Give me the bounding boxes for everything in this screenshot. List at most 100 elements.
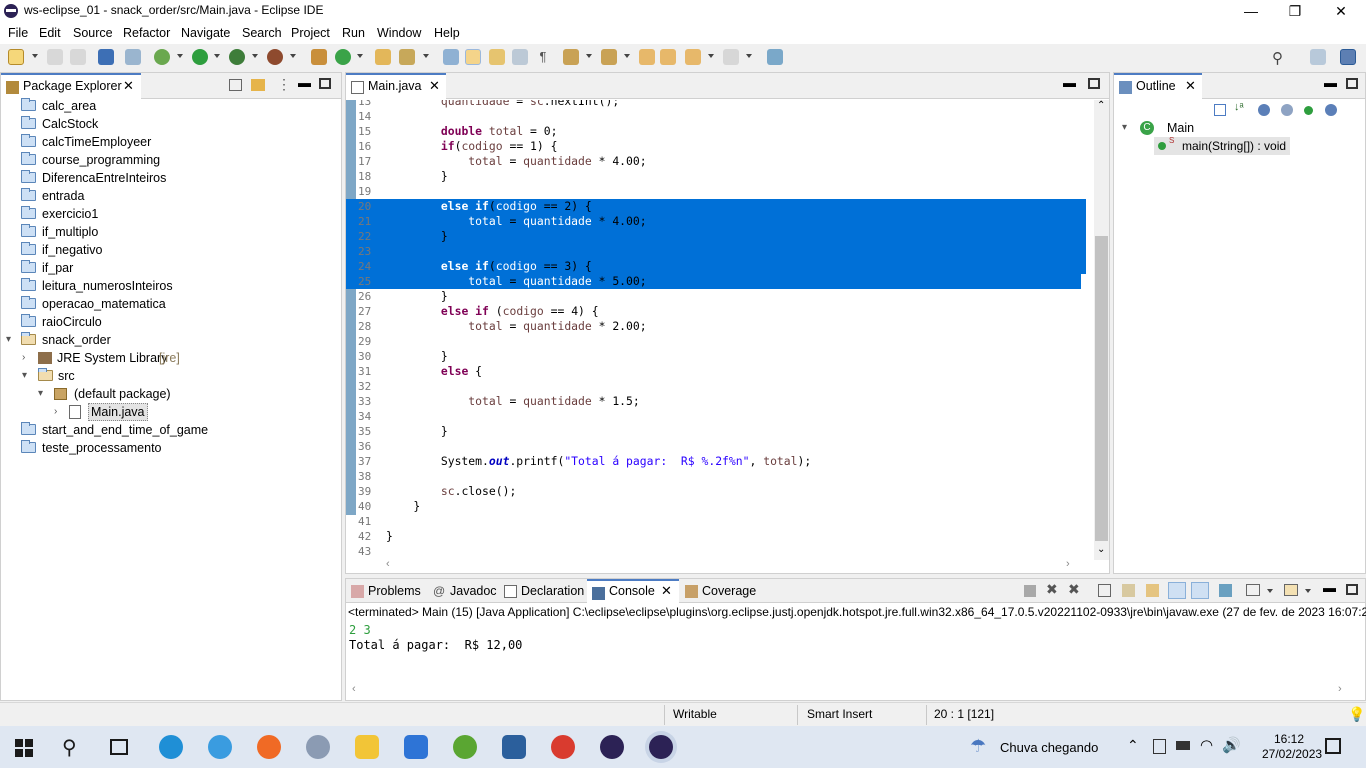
hide-static-icon[interactable] — [1281, 104, 1293, 116]
code-line[interactable]: 25 total = quantidade * 5.00; — [346, 274, 1081, 289]
code-line[interactable]: 22 } — [346, 229, 1086, 244]
show-whitespace-icon[interactable]: ¶ — [535, 49, 551, 65]
menu-project[interactable]: Project — [291, 26, 330, 40]
show-on-output-icon[interactable] — [1168, 582, 1186, 599]
minimize-icon[interactable]: ▬ — [1063, 75, 1076, 90]
chevron-up-icon[interactable]: ⌃ — [1127, 737, 1139, 754]
block-selection-icon[interactable] — [489, 49, 505, 65]
menu-window[interactable]: Window — [377, 26, 421, 40]
file-explorer-icon[interactable] — [355, 735, 379, 759]
minimize-button[interactable]: — — [1228, 0, 1274, 22]
hide-non-public-icon[interactable] — [1304, 106, 1313, 115]
tab-outline[interactable]: Outline ✕ — [1114, 73, 1202, 99]
search-taskbar-icon[interactable]: ⚲ — [62, 735, 77, 760]
maximize-icon[interactable] — [1088, 78, 1100, 89]
edge-icon[interactable] — [159, 735, 183, 759]
battery-icon[interactable] — [1176, 741, 1190, 750]
internet-explorer-icon[interactable] — [208, 735, 232, 759]
save-icon[interactable] — [47, 49, 63, 65]
collapse-all-icon[interactable] — [229, 79, 242, 91]
chevron-down-icon[interactable] — [357, 54, 363, 58]
chevron-down-icon[interactable] — [32, 54, 38, 58]
chevron-down-icon[interactable] — [423, 54, 429, 58]
tab-main-java[interactable]: Main.java ✕ — [346, 73, 446, 99]
minimize-icon[interactable]: ▬ — [1324, 75, 1337, 90]
chevron-down-icon[interactable] — [586, 54, 592, 58]
clear-console-icon[interactable] — [1098, 584, 1111, 597]
code-area[interactable]: 13 quantidade = sc.nextInt(); 14 15 double… — [346, 100, 1096, 560]
code-line[interactable]: 42} — [346, 529, 1081, 544]
status-cursor-position[interactable]: 20 : 1 [121] — [934, 707, 994, 721]
chevron-down-icon[interactable]: ⌄ — [1097, 544, 1105, 555]
chevron-down-icon[interactable]: ▾ — [1122, 119, 1127, 137]
menu-search[interactable]: Search — [242, 26, 282, 40]
mail-icon[interactable] — [404, 735, 428, 759]
maximize-icon[interactable] — [319, 78, 331, 89]
maximize-icon[interactable] — [1346, 584, 1358, 595]
back-icon[interactable] — [685, 49, 701, 65]
pin-editor-icon[interactable] — [767, 49, 783, 65]
code-line[interactable]: 21 total = quantidade * 4.00; — [346, 214, 1086, 229]
outline-scrollbar[interactable] — [1350, 100, 1365, 570]
code-line[interactable]: 30 } — [346, 349, 1081, 364]
pin-console-icon[interactable] — [1219, 584, 1232, 597]
terminate-icon[interactable] — [1024, 585, 1036, 597]
code-line[interactable]: 38 — [346, 469, 1081, 484]
chevron-down-icon[interactable] — [1305, 589, 1311, 593]
code-line[interactable]: 37 System.out.printf("Total á pagar: R$ … — [346, 454, 1081, 469]
code-line[interactable]: 16 if(codigo == 1) { — [346, 139, 1081, 154]
display-console-icon[interactable] — [1246, 584, 1260, 596]
close-icon[interactable]: ✕ — [661, 581, 672, 601]
terminal-icon[interactable] — [98, 49, 114, 65]
menu-source[interactable]: Source — [73, 26, 113, 40]
system-clock[interactable]: 16:12 27/02/2023 — [1262, 732, 1322, 762]
hide-local-types-icon[interactable] — [1325, 104, 1337, 116]
hide-fields-icon[interactable] — [1258, 104, 1270, 116]
code-line[interactable]: 13 quantidade = sc.nextInt(); — [346, 100, 1081, 109]
close-icon[interactable]: ✕ — [123, 75, 134, 97]
task-view-icon[interactable] — [110, 739, 128, 755]
windows-start-icon[interactable] — [15, 739, 33, 757]
menu-file[interactable]: File — [8, 26, 28, 40]
search-icon[interactable]: ⚲ — [1272, 49, 1288, 67]
weather-icon[interactable]: ☂ — [970, 736, 986, 757]
new-package-icon[interactable] — [311, 49, 327, 65]
status-insert-mode[interactable]: Smart Insert — [807, 707, 872, 721]
chevron-right-icon[interactable]: › — [54, 403, 57, 421]
annotation-icon[interactable] — [443, 49, 459, 65]
tab-console[interactable]: Console ✕ — [587, 579, 679, 605]
show-on-error-icon[interactable] — [1191, 582, 1209, 599]
search-tool-icon[interactable] — [399, 49, 415, 65]
weather-text[interactable]: Chuva chegando — [1000, 740, 1098, 755]
code-line[interactable]: 15 double total = 0; — [346, 124, 1081, 139]
close-icon[interactable]: ✕ — [429, 75, 440, 97]
java-perspective-icon[interactable] — [1340, 49, 1356, 65]
chevron-down-icon[interactable] — [177, 54, 183, 58]
close-window-button[interactable]: ✕ — [1318, 0, 1364, 22]
code-line[interactable]: 43 — [346, 544, 1081, 559]
restore-button[interactable]: ❐ — [1272, 0, 1318, 22]
tab-declaration[interactable]: Declaration — [499, 579, 585, 605]
new-class-icon[interactable] — [335, 49, 351, 65]
forward-edit-icon[interactable] — [660, 49, 676, 65]
collapse-all-icon[interactable] — [1214, 104, 1226, 116]
skip-breakpoints-icon[interactable] — [125, 49, 141, 65]
code-line[interactable]: 18 } — [346, 169, 1081, 184]
close-icon[interactable]: ✕ — [1185, 75, 1196, 97]
view-menu-icon[interactable]: ⋮ — [277, 76, 291, 93]
word-wrap-console-icon[interactable] — [1146, 584, 1159, 597]
tree-item-file[interactable]: › Main.java — [54, 403, 148, 421]
coverage-icon[interactable] — [229, 49, 245, 65]
chevron-down-icon[interactable] — [214, 54, 220, 58]
code-line[interactable]: 40 } — [346, 499, 1081, 514]
maximize-icon[interactable] — [1346, 78, 1358, 89]
eclipse-taskbar-icon[interactable] — [600, 735, 624, 759]
chevron-right-icon[interactable]: › — [22, 349, 25, 367]
code-line[interactable]: 35 } — [346, 424, 1081, 439]
code-line[interactable]: 29 — [346, 334, 1081, 349]
scrollbar-thumb[interactable] — [1095, 236, 1108, 541]
open-console-icon[interactable] — [1284, 584, 1298, 596]
chevron-down-icon[interactable] — [252, 54, 258, 58]
chevron-up-icon[interactable]: ⌃ — [1097, 100, 1105, 111]
code-line[interactable]: 31 else { — [346, 364, 1081, 379]
